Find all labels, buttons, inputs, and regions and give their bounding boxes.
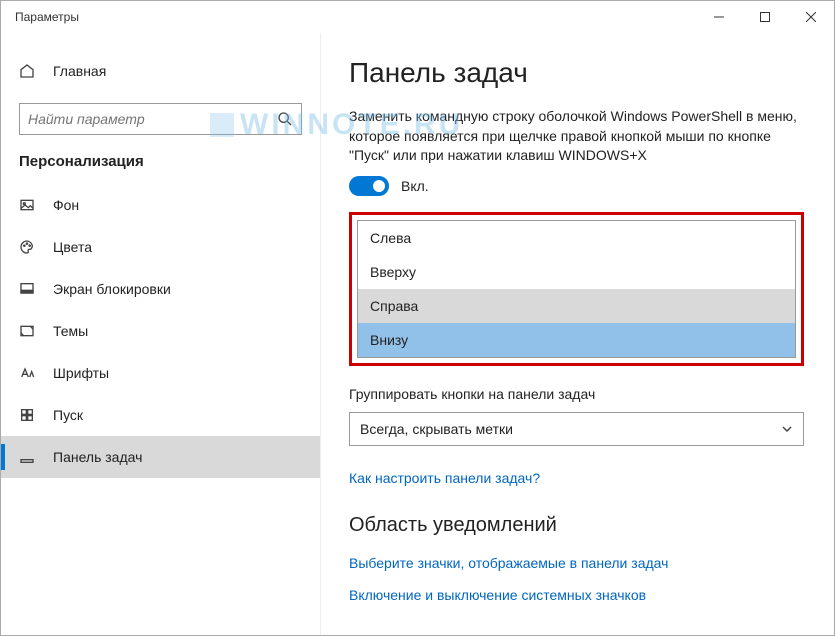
close-button[interactable] [788,1,834,33]
taskbar-position-dropdown: Слева Вверху Справа Внизу [349,212,804,366]
nav-colors[interactable]: Цвета [1,226,320,268]
nav-item-label: Шрифты [53,365,109,381]
group-buttons-combobox[interactable]: Всегда, скрывать метки [349,412,804,446]
nav-taskbar[interactable]: Панель задач [1,436,320,478]
nav-background[interactable]: Фон [1,184,320,226]
option-top[interactable]: Вверху [358,255,795,289]
nav-themes[interactable]: Темы [1,310,320,352]
fonts-icon [19,365,35,381]
lockscreen-icon [19,281,35,297]
select-icons-link[interactable]: Выберите значки, отображаемые в панели з… [349,555,804,571]
home-label: Главная [53,63,106,79]
powershell-toggle[interactable] [349,176,389,196]
notification-heading: Область уведомлений [349,514,804,537]
nav-fonts[interactable]: Шрифты [1,352,320,394]
chevron-down-icon [781,423,793,435]
minimize-button[interactable] [696,1,742,33]
option-bottom[interactable]: Внизу [358,323,795,357]
titlebar: Параметры [1,1,834,33]
main-panel: Панель задач Заменить командную строку о… [321,33,834,635]
page-heading: Панель задач [349,57,804,89]
section-title: Персонализация [1,153,320,170]
powershell-toggle-row: Вкл. [349,176,804,196]
start-icon [19,407,35,423]
option-right[interactable]: Справа [358,289,795,323]
sidebar: Главная Персонализация Фон Цвета Экран б… [1,33,321,635]
nav-item-label: Панель задач [53,449,142,465]
maximize-button[interactable] [742,1,788,33]
search-input[interactable] [28,111,277,127]
group-buttons-label: Группировать кнопки на панели задач [349,386,804,402]
nav-item-label: Цвета [53,239,92,255]
nav-item-label: Экран блокировки [53,281,171,297]
nav-lockscreen[interactable]: Экран блокировки [1,268,320,310]
picture-icon [19,197,35,213]
home-nav[interactable]: Главная [1,51,320,91]
themes-icon [19,323,35,339]
nav-item-label: Фон [53,197,79,213]
nav-item-label: Темы [53,323,88,339]
powershell-description: Заменить командную строку оболочкой Wind… [349,107,804,166]
toggle-state-label: Вкл. [401,178,429,194]
system-icons-link[interactable]: Включение и выключение системных значков [349,587,804,603]
nav-start[interactable]: Пуск [1,394,320,436]
search-icon [277,111,293,127]
window-title: Параметры [15,10,79,24]
home-icon [19,63,35,79]
option-left[interactable]: Слева [358,221,795,255]
howto-link[interactable]: Как настроить панели задач? [349,470,804,486]
combobox-value: Всегда, скрывать метки [360,421,513,437]
palette-icon [19,239,35,255]
taskbar-icon [19,449,35,465]
nav-item-label: Пуск [53,407,83,423]
search-box[interactable] [19,103,302,135]
